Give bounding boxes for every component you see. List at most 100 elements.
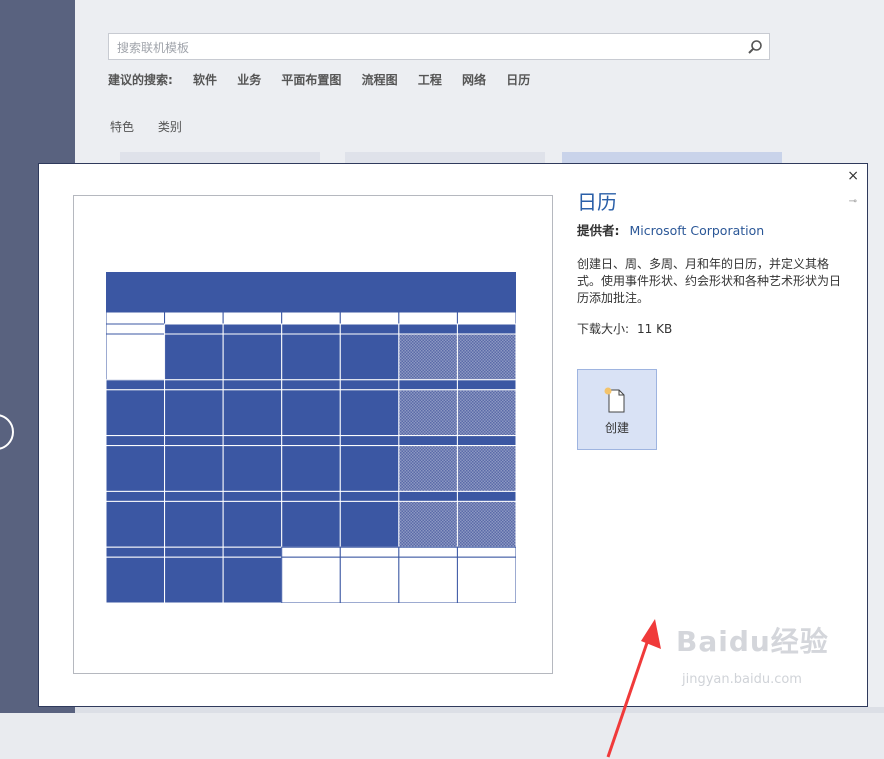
- calendar-cell: [339, 500, 400, 548]
- suggestion-flowchart[interactable]: 流程图: [362, 73, 398, 87]
- calendar-cell: [456, 311, 516, 325]
- calendar-cell: [398, 379, 458, 391]
- calendar-cell: [456, 435, 516, 447]
- calendar-cell: [281, 445, 341, 492]
- create-button[interactable]: 创建: [577, 369, 657, 450]
- calendar-cell: [398, 311, 458, 325]
- calendar-cell: [398, 333, 458, 381]
- create-label: 创建: [604, 421, 629, 435]
- calendar-cell: [456, 500, 516, 548]
- calendar-cell: [398, 389, 458, 437]
- calendar-cell: [106, 323, 166, 335]
- calendar-cell: [106, 556, 166, 603]
- template-title: 日历: [577, 190, 617, 214]
- calendar-cell: [339, 379, 400, 391]
- calendar-cell: [398, 500, 458, 548]
- search-input[interactable]: 搜索联机模板: [108, 33, 770, 60]
- suggestion-calendar[interactable]: 日历: [506, 73, 530, 87]
- template-tabs: 特色 类别: [110, 118, 202, 135]
- calendar-cell: [164, 435, 224, 447]
- calendar-cell: [222, 311, 283, 325]
- calendar-cell: [164, 333, 224, 381]
- suggested-label: 建议的搜索:: [108, 73, 173, 87]
- calendar-cell: [164, 546, 224, 558]
- calendar-cell: [456, 379, 516, 391]
- calendar-cell: [339, 546, 400, 558]
- calendar-cell: [106, 490, 166, 502]
- template-preview: [73, 195, 553, 674]
- size-label: 下载大小:: [577, 322, 630, 336]
- calendar-cell: [281, 389, 341, 437]
- calendar-cell: [456, 323, 516, 335]
- calendar-cell: [281, 311, 341, 325]
- tab-featured[interactable]: 特色: [110, 120, 134, 134]
- calendar-cell: [164, 323, 224, 335]
- calendar-cell: [339, 490, 400, 502]
- calendar-cell: [281, 500, 341, 548]
- calendar-cell: [398, 546, 458, 558]
- search-placeholder: 搜索联机模板: [117, 41, 190, 55]
- template-description: 创建日、周、多周、月和年的日历，并定义其格式。使用事件形状、约会形状和各种艺术形…: [577, 257, 842, 305]
- suggestion-business[interactable]: 业务: [237, 73, 261, 87]
- calendar-cell: [222, 379, 283, 391]
- calendar-cell: [164, 311, 224, 325]
- suggestion-floorplan[interactable]: 平面布置图: [281, 73, 341, 87]
- back-circle-icon[interactable]: [0, 414, 14, 450]
- search-icon[interactable]: [747, 39, 763, 55]
- provider-value: Microsoft Corporation: [629, 223, 765, 238]
- provider-line: 提供者: Microsoft Corporation: [577, 220, 764, 239]
- calendar-cell: [164, 500, 224, 548]
- calendar-cell: [456, 546, 516, 558]
- annotation-arrow: [606, 619, 661, 758]
- calendar-cell: [106, 445, 166, 492]
- tab-categories[interactable]: 类别: [158, 120, 182, 134]
- calendar-cell: [222, 389, 283, 437]
- close-icon[interactable]: ×: [847, 168, 859, 184]
- calendar-cell: [106, 311, 166, 325]
- download-size: 下载大小: 11 KB: [577, 320, 672, 337]
- calendar-cell: [339, 435, 400, 447]
- watermark-logo: Baidu经验 jingyan.baidu.com: [676, 620, 846, 695]
- calendar-cell: [281, 379, 341, 391]
- calendar-cell: [281, 323, 341, 335]
- size-value: 11 KB: [637, 322, 673, 336]
- calendar-cell: [456, 333, 516, 381]
- watermark-sub: jingyan.baidu.com: [682, 672, 802, 687]
- calendar-cell: [456, 445, 516, 492]
- calendar-cell: [106, 546, 166, 558]
- suggestion-software[interactable]: 软件: [193, 73, 217, 87]
- calendar-cell: [222, 435, 283, 447]
- calendar-cell: [222, 546, 283, 558]
- calendar-cell: [339, 556, 400, 603]
- suggested-searches: 建议的搜索: 软件 业务 平面布置图 流程图 工程 网络 日历: [108, 71, 546, 88]
- calendar-cell: [222, 333, 283, 381]
- calendar-cell: [106, 389, 166, 437]
- calendar-cell: [164, 490, 224, 502]
- suggestion-network[interactable]: 网络: [462, 73, 486, 87]
- calendar-cell: [222, 490, 283, 502]
- calendar-cell: [281, 333, 341, 381]
- calendar-preview-image: [106, 272, 516, 603]
- calendar-cell: [339, 333, 400, 381]
- calendar-cell: [164, 445, 224, 492]
- calendar-cell: [456, 490, 516, 502]
- pin-icon[interactable]: ⊸: [849, 196, 857, 207]
- calendar-cell: [222, 445, 283, 492]
- calendar-cell: [281, 556, 341, 603]
- calendar-cell: [339, 311, 400, 325]
- calendar-cell: [106, 379, 166, 391]
- suggestion-engineering[interactable]: 工程: [418, 73, 442, 87]
- new-document-icon: [604, 387, 625, 413]
- calendar-cell: [281, 435, 341, 447]
- calendar-cell: [456, 389, 516, 437]
- calendar-cell: [106, 435, 166, 447]
- calendar-cell: [164, 389, 224, 437]
- calendar-cell: [106, 500, 166, 548]
- bg-bottom-strip: [75, 707, 884, 713]
- calendar-cell: [164, 556, 224, 603]
- calendar-cell: [339, 445, 400, 492]
- calendar-cell: [281, 490, 341, 502]
- calendar-cell: [398, 323, 458, 335]
- calendar-cell: [398, 445, 458, 492]
- calendar-cell: [222, 556, 283, 603]
